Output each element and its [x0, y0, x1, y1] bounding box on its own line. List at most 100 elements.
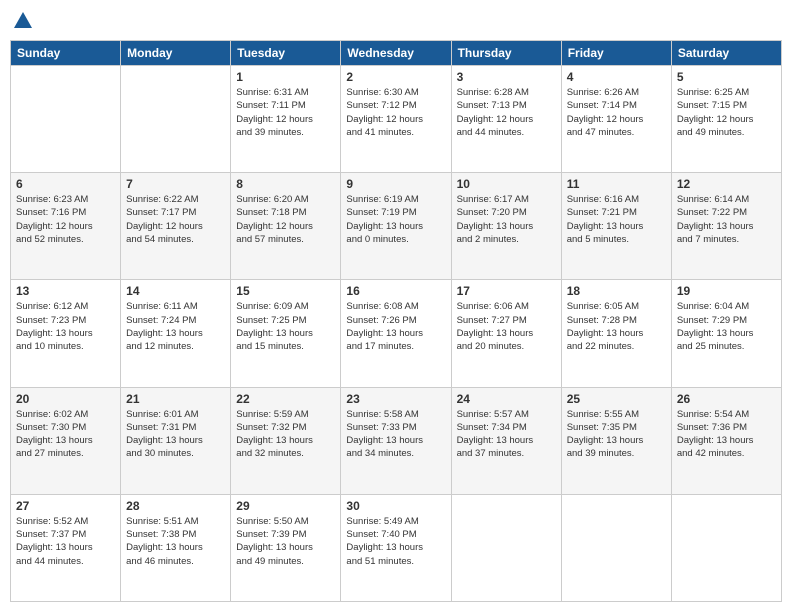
cell-text: Sunrise: 5:50 AM Sunset: 7:39 PM Dayligh…: [236, 515, 335, 568]
calendar-header: SundayMondayTuesdayWednesdayThursdayFrid…: [11, 41, 782, 66]
calendar-cell: 27 Sunrise: 5:52 AM Sunset: 7:37 PM Dayli…: [11, 494, 121, 601]
day-number: 27: [16, 499, 115, 513]
calendar-cell: 16 Sunrise: 6:08 AM Sunset: 7:26 PM Dayli…: [341, 280, 451, 387]
cell-text: Sunrise: 6:04 AM Sunset: 7:29 PM Dayligh…: [677, 300, 776, 353]
calendar-cell: 26 Sunrise: 5:54 AM Sunset: 7:36 PM Dayli…: [671, 387, 781, 494]
day-number: 4: [567, 70, 666, 84]
day-number: 21: [126, 392, 225, 406]
day-number: 12: [677, 177, 776, 191]
calendar-cell: 9Sunrise: 6:19 AM Sunset: 7:19 PM Daylig…: [341, 173, 451, 280]
calendar-cell: 5Sunrise: 6:25 AM Sunset: 7:15 PM Daylig…: [671, 66, 781, 173]
day-number: 6: [16, 177, 115, 191]
day-number: 8: [236, 177, 335, 191]
calendar-cell: [561, 494, 671, 601]
weekday-header-thursday: Thursday: [451, 41, 561, 66]
day-number: 1: [236, 70, 335, 84]
logo: [10, 10, 34, 32]
weekday-header-monday: Monday: [121, 41, 231, 66]
day-number: 13: [16, 284, 115, 298]
cell-text: Sunrise: 5:51 AM Sunset: 7:38 PM Dayligh…: [126, 515, 225, 568]
cell-text: Sunrise: 5:59 AM Sunset: 7:32 PM Dayligh…: [236, 408, 335, 461]
calendar-cell: 15 Sunrise: 6:09 AM Sunset: 7:25 PM Dayli…: [231, 280, 341, 387]
day-number: 9: [346, 177, 445, 191]
day-number: 23: [346, 392, 445, 406]
cell-text: Sunrise: 5:54 AM Sunset: 7:36 PM Dayligh…: [677, 408, 776, 461]
day-number: 5: [677, 70, 776, 84]
day-number: 10: [457, 177, 556, 191]
cell-text: Sunrise: 6:26 AM Sunset: 7:14 PM Dayligh…: [567, 86, 666, 139]
calendar-row-1: 6 Sunrise: 6:23 AM Sunset: 7:16 PM Daylig…: [11, 173, 782, 280]
cell-text: Sunrise: 6:23 AM Sunset: 7:16 PM Dayligh…: [16, 193, 115, 246]
calendar-cell: [451, 494, 561, 601]
calendar-cell: 1 Sunrise: 6:31 AM Sunset: 7:11 PM Daylig…: [231, 66, 341, 173]
calendar-cell: 4 Sunrise: 6:26 AM Sunset: 7:14 PM Daylig…: [561, 66, 671, 173]
calendar-row-3: 20Sunrise: 6:02 AM Sunset: 7:30 PM Dayli…: [11, 387, 782, 494]
weekday-header-wednesday: Wednesday: [341, 41, 451, 66]
calendar-cell: 18 Sunrise: 6:05 AM Sunset: 7:28 PM Dayli…: [561, 280, 671, 387]
day-number: 26: [677, 392, 776, 406]
weekday-header-tuesday: Tuesday: [231, 41, 341, 66]
day-number: 22: [236, 392, 335, 406]
cell-text: Sunrise: 6:08 AM Sunset: 7:26 PM Dayligh…: [346, 300, 445, 353]
calendar-body: 1 Sunrise: 6:31 AM Sunset: 7:11 PM Daylig…: [11, 66, 782, 602]
calendar-cell: [121, 66, 231, 173]
header: [10, 10, 782, 32]
calendar-cell: 30 Sunrise: 5:49 AM Sunset: 7:40 PM Dayli…: [341, 494, 451, 601]
cell-text: Sunrise: 5:52 AM Sunset: 7:37 PM Dayligh…: [16, 515, 115, 568]
day-number: 19: [677, 284, 776, 298]
cell-text: Sunrise: 6:06 AM Sunset: 7:27 PM Dayligh…: [457, 300, 556, 353]
day-number: 16: [346, 284, 445, 298]
cell-text: Sunrise: 6:16 AM Sunset: 7:21 PM Dayligh…: [567, 193, 666, 246]
calendar-table: SundayMondayTuesdayWednesdayThursdayFrid…: [10, 40, 782, 602]
cell-text: Sunrise: 6:09 AM Sunset: 7:25 PM Dayligh…: [236, 300, 335, 353]
day-number: 29: [236, 499, 335, 513]
calendar-cell: 25Sunrise: 5:55 AM Sunset: 7:35 PM Dayli…: [561, 387, 671, 494]
day-number: 28: [126, 499, 225, 513]
calendar-cell: 22 Sunrise: 5:59 AM Sunset: 7:32 PM Dayli…: [231, 387, 341, 494]
calendar-row-2: 13 Sunrise: 6:12 AM Sunset: 7:23 PM Dayli…: [11, 280, 782, 387]
cell-text: Sunrise: 5:55 AM Sunset: 7:35 PM Dayligh…: [567, 408, 666, 461]
day-number: 30: [346, 499, 445, 513]
weekday-header-saturday: Saturday: [671, 41, 781, 66]
calendar-cell: [671, 494, 781, 601]
day-number: 20: [16, 392, 115, 406]
calendar-cell: 8Sunrise: 6:20 AM Sunset: 7:18 PM Daylig…: [231, 173, 341, 280]
calendar-cell: 7Sunrise: 6:22 AM Sunset: 7:17 PM Daylig…: [121, 173, 231, 280]
cell-text: Sunrise: 6:14 AM Sunset: 7:22 PM Dayligh…: [677, 193, 776, 246]
calendar-cell: 12 Sunrise: 6:14 AM Sunset: 7:22 PM Dayli…: [671, 173, 781, 280]
day-number: 3: [457, 70, 556, 84]
calendar-cell: 23Sunrise: 5:58 AM Sunset: 7:33 PM Dayli…: [341, 387, 451, 494]
calendar-cell: 14Sunrise: 6:11 AM Sunset: 7:24 PM Dayli…: [121, 280, 231, 387]
day-number: 11: [567, 177, 666, 191]
calendar-cell: 20Sunrise: 6:02 AM Sunset: 7:30 PM Dayli…: [11, 387, 121, 494]
cell-text: Sunrise: 6:12 AM Sunset: 7:23 PM Dayligh…: [16, 300, 115, 353]
weekday-header-friday: Friday: [561, 41, 671, 66]
calendar-cell: 13 Sunrise: 6:12 AM Sunset: 7:23 PM Dayli…: [11, 280, 121, 387]
calendar-cell: 19 Sunrise: 6:04 AM Sunset: 7:29 PM Dayli…: [671, 280, 781, 387]
cell-text: Sunrise: 6:22 AM Sunset: 7:17 PM Dayligh…: [126, 193, 225, 246]
cell-text: Sunrise: 6:30 AM Sunset: 7:12 PM Dayligh…: [346, 86, 445, 139]
logo-icon: [12, 10, 34, 32]
weekday-header-sunday: Sunday: [11, 41, 121, 66]
calendar-cell: 24 Sunrise: 5:57 AM Sunset: 7:34 PM Dayli…: [451, 387, 561, 494]
cell-text: Sunrise: 6:01 AM Sunset: 7:31 PM Dayligh…: [126, 408, 225, 461]
calendar-cell: 10 Sunrise: 6:17 AM Sunset: 7:20 PM Dayli…: [451, 173, 561, 280]
calendar-cell: 11 Sunrise: 6:16 AM Sunset: 7:21 PM Dayli…: [561, 173, 671, 280]
calendar-cell: 28 Sunrise: 5:51 AM Sunset: 7:38 PM Dayli…: [121, 494, 231, 601]
day-number: 24: [457, 392, 556, 406]
calendar-cell: 29 Sunrise: 5:50 AM Sunset: 7:39 PM Dayli…: [231, 494, 341, 601]
page: SundayMondayTuesdayWednesdayThursdayFrid…: [0, 0, 792, 612]
calendar-cell: 6 Sunrise: 6:23 AM Sunset: 7:16 PM Daylig…: [11, 173, 121, 280]
cell-text: Sunrise: 5:57 AM Sunset: 7:34 PM Dayligh…: [457, 408, 556, 461]
cell-text: Sunrise: 6:05 AM Sunset: 7:28 PM Dayligh…: [567, 300, 666, 353]
day-number: 18: [567, 284, 666, 298]
cell-text: Sunrise: 6:28 AM Sunset: 7:13 PM Dayligh…: [457, 86, 556, 139]
cell-text: Sunrise: 6:17 AM Sunset: 7:20 PM Dayligh…: [457, 193, 556, 246]
cell-text: Sunrise: 6:31 AM Sunset: 7:11 PM Dayligh…: [236, 86, 335, 139]
day-number: 15: [236, 284, 335, 298]
calendar-cell: 17 Sunrise: 6:06 AM Sunset: 7:27 PM Dayli…: [451, 280, 561, 387]
cell-text: Sunrise: 5:49 AM Sunset: 7:40 PM Dayligh…: [346, 515, 445, 568]
day-number: 17: [457, 284, 556, 298]
day-number: 14: [126, 284, 225, 298]
calendar-cell: 21 Sunrise: 6:01 AM Sunset: 7:31 PM Dayli…: [121, 387, 231, 494]
